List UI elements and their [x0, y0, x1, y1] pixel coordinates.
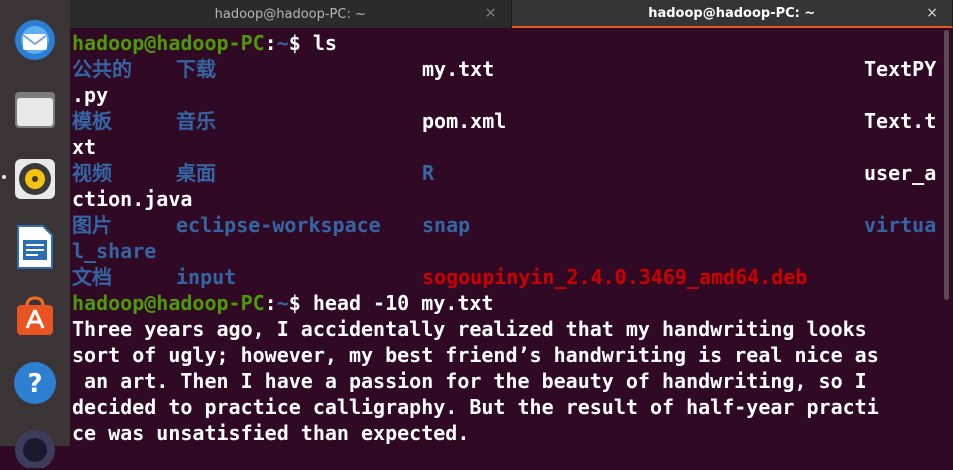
prompt-path: ~ — [277, 31, 289, 55]
prompt-user: hadoop@hadoop-PC — [72, 291, 265, 315]
ls-entry-dir: 下载 — [176, 56, 216, 82]
command-text: head -10 my.txt — [313, 291, 494, 315]
output-line: sort of ugly; however, my best friend’s … — [72, 342, 879, 368]
ls-entry-wrap: l_share — [72, 238, 156, 264]
ls-entry-archive: sogoupinyin_2.4.0.3469_amd64.deb — [422, 264, 807, 290]
prompt-separator: : — [265, 31, 277, 55]
ls-entry-file: Text.t — [864, 108, 936, 134]
ls-entry-file: TextPY — [864, 56, 936, 82]
output-line: decided to practice calligraphy. But the… — [72, 394, 879, 420]
prompt-user: hadoop@hadoop-PC — [72, 31, 265, 55]
command-text: ls — [313, 31, 337, 55]
prompt-path: ~ — [277, 291, 289, 315]
terminal-tab-2[interactable]: hadoop@hadoop-PC: ~ × — [512, 0, 953, 28]
close-tab-icon[interactable]: × — [485, 5, 497, 21]
terminal-tab-1[interactable]: hadoop@hadoop-PC: ~ × — [70, 0, 512, 28]
ls-entry-file: my.txt — [422, 56, 494, 82]
svg-text:?: ? — [27, 369, 42, 399]
ls-entry-dir: 桌面 — [176, 160, 216, 186]
prompt-line: hadoop@hadoop-PC:~$ ls — [72, 30, 337, 56]
prompt-separator: : — [265, 291, 277, 315]
close-tab-icon[interactable]: × — [926, 5, 938, 21]
files-icon[interactable] — [11, 86, 59, 134]
terminal-scrollbar[interactable] — [944, 30, 949, 300]
ls-entry-dir: 音乐 — [176, 108, 216, 134]
ls-entry-dir: 视频 — [72, 160, 112, 186]
prompt-line: hadoop@hadoop-PC:~$ head -10 my.txt — [72, 290, 493, 316]
ls-entry-wrap: .py — [72, 82, 108, 108]
help-icon[interactable]: ? — [11, 359, 59, 407]
rhythmbox-icon[interactable] — [11, 155, 59, 203]
ls-entry-dir: 模板 — [72, 108, 112, 134]
prompt-symbol: $ — [289, 31, 313, 55]
running-indicator — [2, 175, 6, 179]
ls-entry-dir: eclipse-workspace — [176, 212, 381, 238]
ls-entry-dir: input — [176, 264, 236, 290]
ls-entry-dir: virtua — [864, 212, 936, 238]
thunderbird-icon[interactable] — [11, 16, 59, 64]
prompt-symbol: $ — [289, 291, 313, 315]
launcher-dock: ? — [0, 0, 70, 446]
ls-entry-dir: snap — [422, 212, 470, 238]
app-icon[interactable] — [11, 422, 59, 470]
ls-entry-wrap: ction.java — [72, 186, 192, 212]
terminal-output[interactable]: hadoop@hadoop-PC:~$ ls 公共的 下载 my.txt Tex… — [72, 30, 942, 446]
ls-entry-dir: R — [422, 160, 434, 186]
output-line: an art. Then I have a passion for the be… — [72, 368, 867, 394]
tab-title: hadoop@hadoop-PC: ~ — [648, 6, 815, 21]
ls-entry-wrap: xt — [72, 134, 96, 160]
libreoffice-writer-icon[interactable] — [11, 223, 59, 271]
ls-entry-dir: 文档 — [72, 264, 112, 290]
tab-title: hadoop@hadoop-PC: ~ — [215, 7, 366, 22]
ls-entry-file: user_a — [864, 160, 936, 186]
output-line: Three years ago, I accidentally realized… — [72, 316, 867, 342]
ls-entry-file: pom.xml — [422, 108, 506, 134]
ls-entry-dir: 公共的 — [72, 56, 132, 82]
ls-entry-dir: 图片 — [72, 212, 112, 238]
ubuntu-software-icon[interactable] — [11, 292, 59, 340]
output-line: ce was unsatisfied than expected. — [72, 420, 469, 446]
terminal-tab-bar: hadoop@hadoop-PC: ~ × hadoop@hadoop-PC: … — [70, 0, 953, 28]
